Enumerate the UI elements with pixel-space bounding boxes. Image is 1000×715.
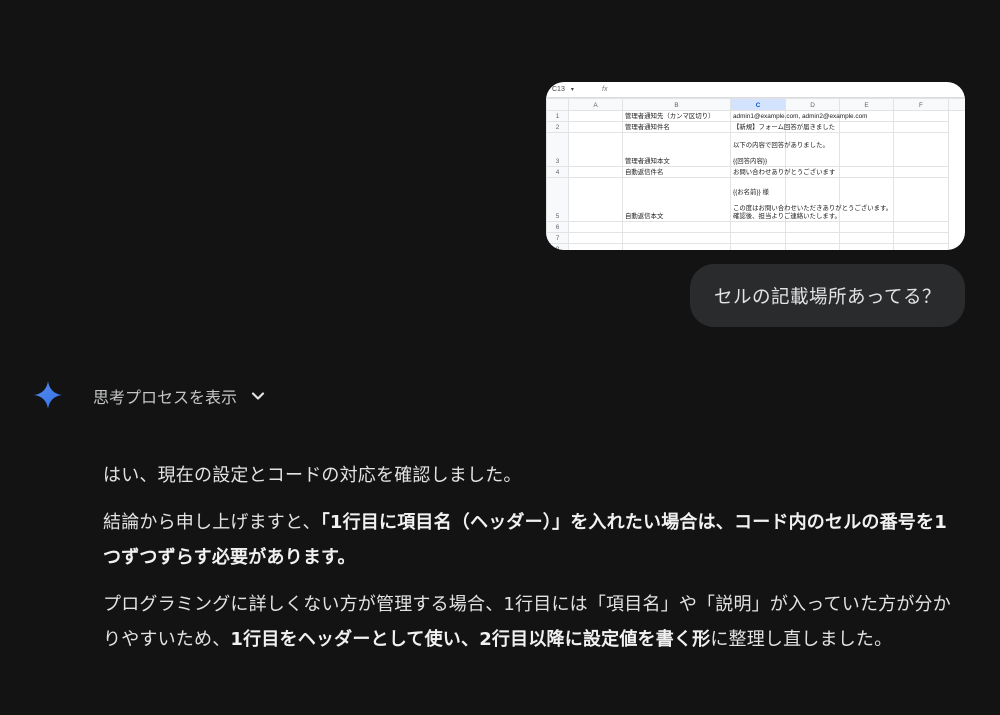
column-header: F [893,98,949,111]
show-thinking-toggle[interactable]: 思考プロセスを表示 [93,382,265,410]
row-number: 2 [546,121,569,133]
cell-reference: C13 [546,86,596,93]
table-row: 6 [546,221,966,233]
table-cell [839,221,894,233]
column-header [948,98,965,111]
reply-paragraph-3: プログラミングに詳しくない方が管理する場合、1行目には「項目名」や「説明」が入っ… [103,587,965,657]
table-cell [785,243,840,250]
table-cell: 以下の内容で回答がありました。 {{回答内容}} [730,132,829,167]
row-number: 4 [546,166,569,178]
reply-paragraph-1: はい、現在の設定とコードの対応を確認しました。 [103,458,965,493]
column-header [546,98,569,111]
table-cell: admin1@example.com, admin2@example.com [730,110,867,122]
table-row: 1 管理者通知先（カンマ区切り） admin1@example.com, admin… [546,110,966,122]
column-header: D [785,98,840,111]
table-cell [568,232,623,244]
table-cell [568,243,623,250]
row-number: 7 [546,232,569,244]
table-cell [893,243,949,250]
table-cell [622,232,731,244]
reply-bold-text: 1行目をヘッダーとして使い、2行目以降に設定値を書く形 [230,629,711,650]
table-cell [893,177,949,222]
table-cell [568,166,623,178]
table-row: 5 自動返信本文 {{お名前}} 様 この度はお問い合わせいただきありがとうございま… [546,177,966,222]
table-row: 4 自動返信件名 お問い合わせありがとうございます [546,166,966,178]
table-cell [839,232,894,244]
table-cell [839,132,894,167]
row-number: 1 [546,110,569,122]
table-cell [785,132,840,167]
table-cell [568,121,623,133]
row-number: 8 [546,243,569,250]
reply-text: に整理し直しました。 [710,629,893,650]
table-cell [568,177,623,222]
table-cell [893,232,949,244]
table-cell: 管理者通知本文 [622,132,731,167]
table-row: 3 管理者通知本文 以下の内容で回答がありました。 {{回答内容}} [546,132,966,167]
reply-text: はい、現在の設定とコードの対応を確認しました。 [103,465,522,486]
row-number: 3 [546,132,569,167]
column-header: E [839,98,894,111]
reply-paragraph-2: 結論から申し上げますと、「1行目に項目名（ヘッダー）」を入れたい場合は、コード内… [103,505,965,575]
table-cell [839,243,894,250]
table-cell [893,221,949,233]
table-cell [893,132,949,167]
formula-bar: C13 fx [546,82,965,98]
table-cell: 自動返信本文 [622,177,731,222]
table-row: 7 [546,232,966,244]
table-cell [893,121,949,133]
fx-icon: fx [602,86,608,93]
attached-image[interactable]: C13 fx ABCDEF 1 管理者通知先（カンマ区切り）admin1@exam… [546,82,965,250]
table-cell [839,166,894,178]
table-cell [785,232,840,244]
table-row: 8 [546,243,966,250]
table-cell [730,221,786,233]
thinking-label: 思考プロセスを表示 [93,388,238,407]
table-cell: 【新規】フォーム回答が届きました [730,121,835,133]
table-cell [622,221,731,233]
row-number: 6 [546,221,569,233]
spreadsheet-table: ABCDEF 1 管理者通知先（カンマ区切り） admin1@example.com… [546,98,965,250]
table-cell [622,243,731,250]
user-message-text: セルの記載場所あってる？ [713,286,942,308]
chevron-down-icon[interactable] [251,389,265,403]
column-header: C [730,98,786,111]
table-cell [568,221,623,233]
table-cell: 自動返信件名 [622,166,731,178]
table-cell: 管理者通知件名 [622,121,731,133]
column-header: A [568,98,623,111]
table-cell [839,177,894,222]
table-cell [893,166,949,178]
column-header: B [622,98,731,111]
assistant-reply: はい、現在の設定とコードの対応を確認しました。 結論から申し上げますと、「1行目… [103,458,965,669]
table-cell [785,221,840,233]
table-cell: お問い合わせありがとうございます [730,166,835,178]
table-cell [568,110,623,122]
table-cell [893,110,949,122]
table-cell [730,232,786,244]
row-number: 5 [546,177,569,222]
reply-text: 結論から申し上げますと、 [103,512,321,533]
table-cell [839,121,894,133]
table-cell [730,243,786,250]
gemini-spark-icon [34,381,62,409]
table-row: 2 管理者通知件名 【新規】フォーム回答が届きました [546,121,966,133]
table-cell: {{お名前}} 様 この度はお問い合わせいただきありがとうございます。 確認後、… [730,177,892,222]
table-cell: 管理者通知先（カンマ区切り） [622,110,731,122]
table-cell [568,132,623,167]
user-message-bubble: セルの記載場所あってる？ [690,264,965,327]
